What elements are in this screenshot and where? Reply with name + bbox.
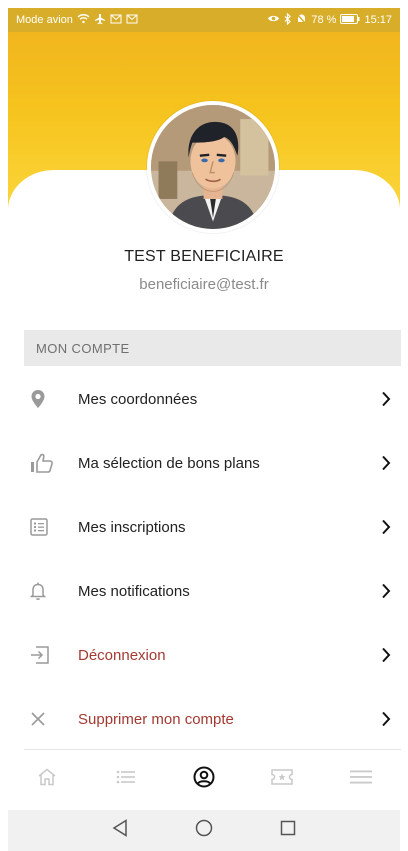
airplane-mode-label: Mode avion bbox=[16, 14, 73, 26]
airplane-icon bbox=[94, 13, 106, 28]
chevron-right-icon bbox=[371, 455, 401, 471]
menu-label: Mes coordonnées bbox=[78, 390, 198, 408]
list-icon bbox=[116, 770, 136, 789]
tab-bar-divider bbox=[24, 749, 401, 750]
system-recents-button[interactable] bbox=[273, 816, 303, 846]
user-circle-icon bbox=[193, 766, 215, 793]
chevron-right-icon bbox=[371, 647, 401, 663]
mute-bell-icon bbox=[296, 13, 307, 28]
hamburger-menu-icon bbox=[349, 770, 372, 789]
bluetooth-icon bbox=[284, 12, 292, 28]
menu-item-logout[interactable]: Déconnexion bbox=[24, 623, 401, 687]
avatar-portrait-image bbox=[151, 105, 275, 229]
tab-profile[interactable] bbox=[179, 759, 229, 799]
menu-label: Déconnexion bbox=[78, 646, 166, 664]
menu-label: Supprimer mon compte bbox=[78, 710, 234, 728]
chevron-right-icon bbox=[371, 711, 401, 727]
wifi-icon bbox=[77, 13, 90, 27]
location-pin-icon bbox=[24, 379, 64, 419]
menu-item-notifications[interactable]: Mes notifications bbox=[24, 559, 401, 623]
thumbs-up-icon bbox=[24, 443, 64, 483]
chevron-right-icon bbox=[371, 391, 401, 407]
list-document-icon bbox=[24, 507, 64, 547]
section-title: MON COMPTE bbox=[36, 340, 130, 356]
account-menu: Mes coordonnées Ma sélection de bons pla… bbox=[24, 367, 401, 751]
recents-square-icon bbox=[280, 820, 296, 841]
eye-icon bbox=[267, 14, 280, 26]
bell-icon bbox=[24, 571, 64, 611]
back-triangle-icon bbox=[112, 819, 128, 842]
menu-label: Mes notifications bbox=[78, 582, 190, 600]
battery-percent: 78 % bbox=[311, 14, 337, 26]
home-icon bbox=[37, 768, 57, 791]
user-name: TEST BENEFICIAIRE bbox=[124, 248, 284, 265]
menu-item-registrations[interactable]: Mes inscriptions bbox=[24, 495, 401, 559]
ticket-icon bbox=[271, 768, 294, 790]
system-navigation-bar bbox=[8, 810, 400, 851]
logout-icon bbox=[24, 635, 64, 675]
battery-icon bbox=[340, 13, 360, 27]
menu-label: Ma sélection de bons plans bbox=[78, 454, 260, 472]
avatar[interactable] bbox=[147, 101, 279, 233]
status-bar: Mode avion 78 % 15:17 bbox=[8, 8, 400, 32]
system-home-button[interactable] bbox=[189, 816, 219, 846]
bottom-tab-bar bbox=[8, 752, 400, 806]
menu-item-coordinates[interactable]: Mes coordonnées bbox=[24, 367, 401, 431]
menu-item-deals-selection[interactable]: Ma sélection de bons plans bbox=[24, 431, 401, 495]
mail-icon bbox=[126, 14, 138, 27]
close-icon bbox=[24, 699, 64, 739]
section-header-my-account: MON COMPTE bbox=[24, 330, 401, 366]
menu-label: Mes inscriptions bbox=[78, 518, 186, 536]
clock-time: 15:17 bbox=[364, 14, 392, 26]
menu-item-delete-account[interactable]: Supprimer mon compte bbox=[24, 687, 401, 751]
tab-home[interactable] bbox=[22, 759, 72, 799]
mail-icon bbox=[110, 14, 122, 27]
user-email: beneficiaire@test.fr bbox=[139, 276, 269, 293]
chevron-right-icon bbox=[371, 519, 401, 535]
tab-list[interactable] bbox=[101, 759, 151, 799]
system-back-button[interactable] bbox=[105, 816, 135, 846]
chevron-right-icon bbox=[371, 583, 401, 599]
home-circle-icon bbox=[195, 819, 213, 842]
tab-more[interactable] bbox=[336, 759, 386, 799]
tab-tickets[interactable] bbox=[257, 759, 307, 799]
